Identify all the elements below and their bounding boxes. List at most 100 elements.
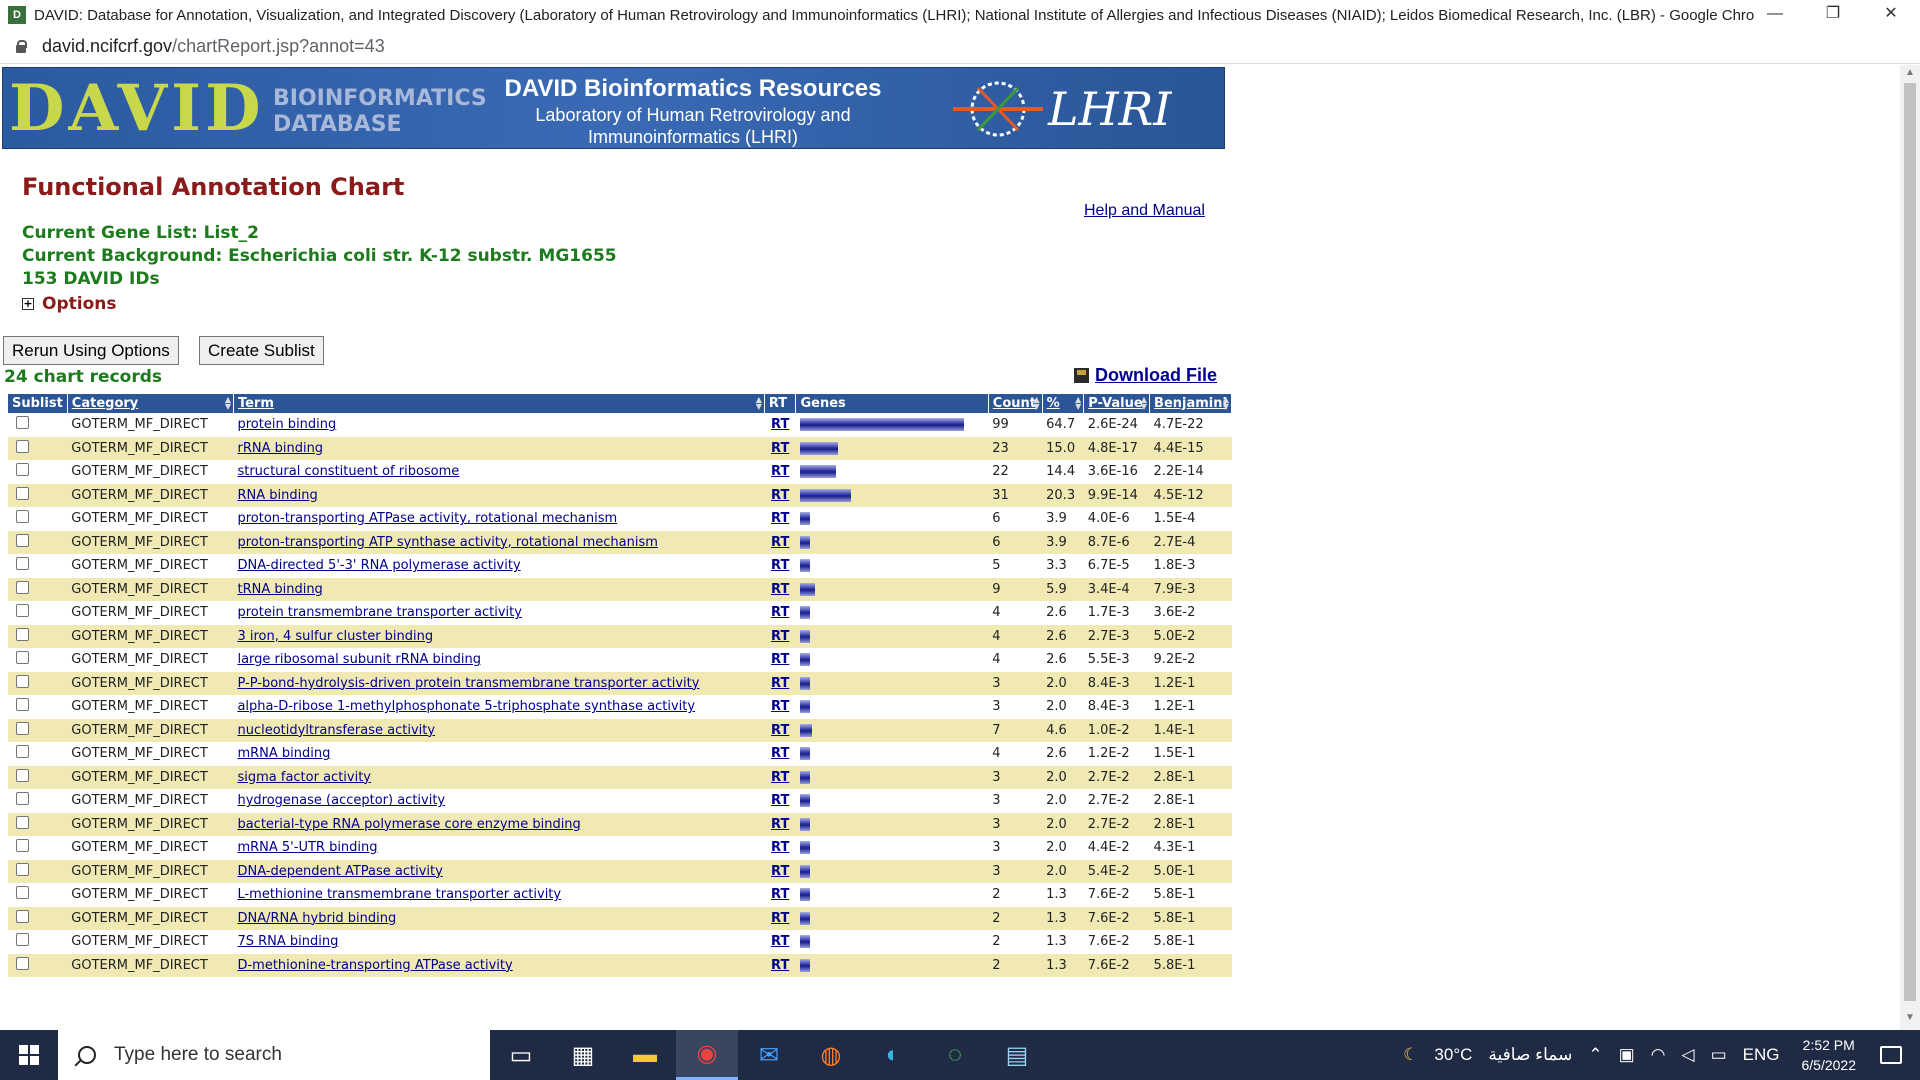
rt-link[interactable]: RT: [764, 883, 796, 907]
term-link[interactable]: L-methionine transmembrane transporter a…: [237, 887, 561, 902]
sort-arrows-icon[interactable]: ▲ ▼: [756, 396, 762, 411]
gene-count-bar[interactable]: [799, 888, 810, 902]
sublist-checkbox[interactable]: [16, 886, 29, 900]
lock-icon[interactable]: [14, 39, 28, 54]
gene-count-bar[interactable]: [799, 676, 810, 690]
rt-link[interactable]: RT: [764, 906, 796, 930]
genes-cell[interactable]: [795, 483, 989, 507]
term-link[interactable]: mRNA 5'-UTR binding: [237, 840, 377, 855]
sublist-checkbox[interactable]: [16, 557, 29, 571]
term-link[interactable]: D-methionine-transporting ATPase activit…: [237, 958, 512, 973]
expand-plus-icon[interactable]: +: [22, 298, 34, 310]
file-explorer-icon[interactable]: ▬: [614, 1030, 676, 1080]
restore-button[interactable]: ❐: [1804, 0, 1862, 30]
rt-link[interactable]: RT: [764, 648, 796, 672]
genes-cell[interactable]: [795, 742, 989, 766]
genes-cell[interactable]: [795, 930, 989, 954]
download-file-link[interactable]: Download File: [1074, 365, 1217, 386]
weather-temp[interactable]: 30°C: [1434, 1045, 1472, 1065]
address-bar[interactable]: david.ncifcrf.gov/chartReport.jsp?annot=…: [0, 30, 1920, 64]
gene-count-bar[interactable]: [799, 606, 810, 620]
term-link[interactable]: protein transmembrane transporter activi…: [237, 605, 521, 620]
taskbar-clock[interactable]: 2:52 PM 6/5/2022: [1802, 1035, 1857, 1075]
term-link[interactable]: sigma factor activity: [237, 770, 371, 785]
genes-cell[interactable]: [795, 812, 989, 836]
notification-center-icon[interactable]: [1880, 1046, 1902, 1064]
sort-arrows-icon[interactable]: ▲ ▼: [1223, 396, 1229, 411]
header-term[interactable]: Term ▲ ▼: [233, 394, 765, 413]
rt-link[interactable]: RT: [764, 836, 796, 860]
header-count[interactable]: Count ▲ ▼: [988, 394, 1043, 413]
sublist-checkbox[interactable]: [16, 463, 29, 477]
term-link[interactable]: proton-transporting ATP synthase activit…: [237, 535, 657, 550]
sublist-checkbox[interactable]: [16, 909, 29, 923]
sublist-checkbox[interactable]: [16, 604, 29, 618]
genes-cell[interactable]: [795, 671, 989, 695]
sublist-checkbox[interactable]: [16, 651, 29, 665]
rt-link[interactable]: RT: [764, 930, 796, 954]
rt-link[interactable]: RT: [764, 671, 796, 695]
term-link[interactable]: large ribosomal subunit rRNA binding: [237, 652, 481, 667]
sort-arrows-icon[interactable]: ▲ ▼: [225, 396, 231, 411]
sublist-checkbox[interactable]: [16, 956, 29, 970]
genes-cell[interactable]: [795, 554, 989, 578]
genes-cell[interactable]: [795, 507, 989, 531]
genes-cell[interactable]: [795, 906, 989, 930]
gene-count-bar[interactable]: [799, 841, 810, 855]
microsoft-store-icon[interactable]: ▦: [552, 1030, 614, 1080]
rt-link[interactable]: RT: [764, 953, 796, 977]
rt-link[interactable]: RT: [764, 507, 796, 531]
scrollbar-thumb[interactable]: [1904, 83, 1916, 1001]
gene-count-bar[interactable]: [799, 512, 810, 526]
gene-count-bar[interactable]: [799, 465, 836, 479]
gene-count-bar[interactable]: [799, 629, 810, 643]
rt-link[interactable]: RT: [764, 765, 796, 789]
wifi-icon[interactable]: ◠: [1651, 1045, 1666, 1065]
sublist-checkbox[interactable]: [16, 792, 29, 806]
term-link[interactable]: structural constituent of ribosome: [237, 464, 459, 479]
genes-cell[interactable]: [795, 460, 989, 484]
gene-count-bar[interactable]: [799, 488, 851, 502]
genes-cell[interactable]: [795, 789, 989, 813]
edge-icon[interactable]: ◐: [862, 1030, 924, 1080]
gene-count-bar[interactable]: [799, 441, 838, 455]
header-benjamini[interactable]: Benjamini ▲ ▼: [1149, 394, 1232, 413]
genes-cell[interactable]: [795, 836, 989, 860]
gene-count-bar[interactable]: [799, 747, 810, 761]
genes-cell[interactable]: [795, 436, 989, 460]
sublist-checkbox[interactable]: [16, 839, 29, 853]
rerun-options-button[interactable]: Rerun Using Options: [3, 336, 179, 365]
term-link[interactable]: alpha-D-ribose 1-methylphosphonate 5-tri…: [237, 699, 695, 714]
language-indicator[interactable]: ENG: [1743, 1045, 1780, 1065]
term-link[interactable]: 7S RNA binding: [237, 934, 338, 949]
header-pvalue[interactable]: P-Value ▲ ▼: [1083, 394, 1151, 413]
rt-link[interactable]: RT: [764, 624, 796, 648]
genes-cell[interactable]: [795, 624, 989, 648]
gene-count-bar[interactable]: [799, 535, 810, 549]
gene-count-bar[interactable]: [799, 794, 810, 808]
rt-link[interactable]: RT: [764, 718, 796, 742]
url-text[interactable]: david.ncifcrf.gov/chartReport.jsp?annot=…: [42, 36, 385, 57]
chrome-icon[interactable]: ◉: [676, 1030, 738, 1080]
term-link[interactable]: proton-transporting ATPase activity, rot…: [237, 511, 617, 526]
rt-link[interactable]: RT: [764, 742, 796, 766]
genes-cell[interactable]: [795, 413, 989, 437]
gene-count-bar[interactable]: [799, 700, 810, 714]
gene-count-bar[interactable]: [799, 817, 810, 831]
start-button[interactable]: [0, 1030, 58, 1080]
gene-count-bar[interactable]: [799, 864, 810, 878]
scroll-down-arrow-icon[interactable]: ▼: [1900, 1012, 1920, 1028]
sort-arrows-icon[interactable]: ▲ ▼: [1033, 396, 1039, 411]
genes-cell[interactable]: [795, 577, 989, 601]
options-toggle[interactable]: + Options: [22, 294, 116, 314]
genes-cell[interactable]: [795, 695, 989, 719]
weather-text[interactable]: سماء صافية: [1488, 1045, 1572, 1065]
sublist-checkbox[interactable]: [16, 768, 29, 782]
gene-count-bar[interactable]: [799, 653, 810, 667]
sublist-checkbox[interactable]: [16, 745, 29, 759]
sublist-checkbox[interactable]: [16, 580, 29, 594]
rt-link[interactable]: RT: [764, 413, 796, 437]
term-link[interactable]: bacterial-type RNA polymerase core enzym…: [237, 817, 580, 832]
header-percent[interactable]: % ▲ ▼: [1042, 394, 1085, 413]
term-link[interactable]: RNA binding: [237, 488, 317, 503]
